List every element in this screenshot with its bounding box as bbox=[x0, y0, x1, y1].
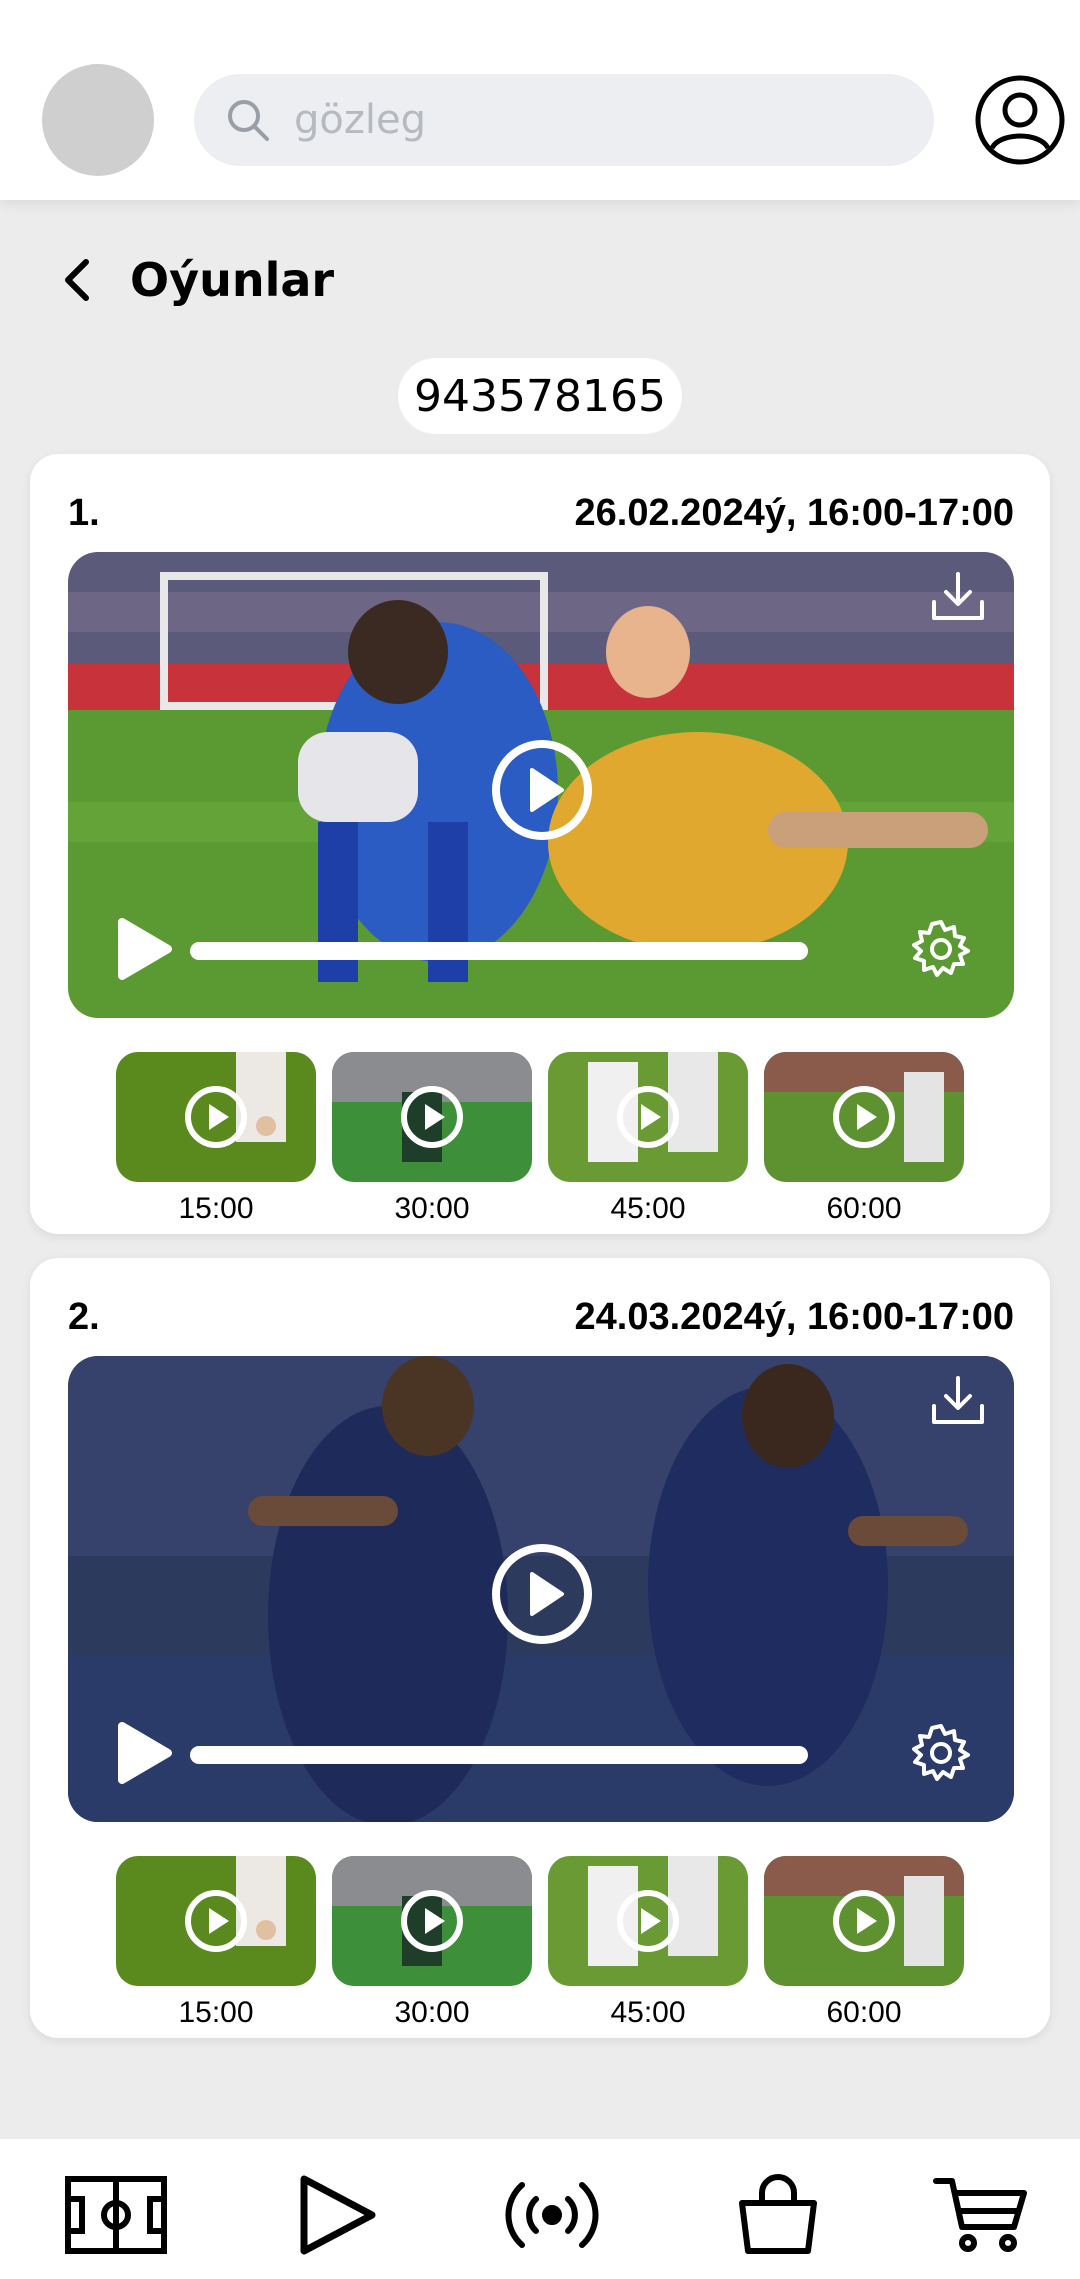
chevron-left-icon[interactable] bbox=[56, 252, 100, 308]
settings-icon[interactable] bbox=[910, 918, 972, 980]
search-input[interactable] bbox=[294, 90, 894, 150]
clip-time: 15:00 bbox=[178, 1192, 254, 1225]
page-header: Oýunlar bbox=[56, 240, 334, 320]
clip-time: 15:00 bbox=[178, 1996, 254, 2029]
video-player[interactable] bbox=[68, 552, 1014, 1018]
play-circle-icon bbox=[401, 1086, 463, 1148]
id-badge: 943578165 bbox=[398, 358, 682, 434]
clip-thumbnail[interactable]: 30:00 bbox=[332, 1856, 532, 2029]
search-bar[interactable] bbox=[194, 74, 934, 166]
page-title: Oýunlar bbox=[130, 253, 335, 307]
video-player[interactable] bbox=[68, 1356, 1014, 1822]
game-card-1: 1. 26.02.2024ý, 16:00-17:00 15:00 30:00 … bbox=[30, 454, 1050, 1234]
clip-time: 30:00 bbox=[394, 1192, 470, 1225]
game-datetime: 24.03.2024ý, 16:00-17:00 bbox=[574, 1296, 1014, 1338]
clip-time: 60:00 bbox=[826, 1192, 902, 1225]
football-field-icon[interactable] bbox=[64, 2173, 168, 2257]
avatar[interactable] bbox=[42, 64, 154, 176]
play-icon[interactable] bbox=[282, 2173, 386, 2257]
shopping-cart-icon[interactable] bbox=[930, 2173, 1034, 2257]
broadcast-icon[interactable] bbox=[500, 2173, 604, 2257]
play-circle-icon[interactable] bbox=[490, 738, 594, 842]
clip-thumbnails: 15:00 30:00 45:00 60:00 bbox=[116, 1052, 982, 1225]
download-icon[interactable] bbox=[928, 570, 988, 624]
search-icon bbox=[228, 100, 269, 141]
user-circle-icon[interactable] bbox=[974, 74, 1066, 166]
settings-icon[interactable] bbox=[910, 1722, 972, 1784]
clip-thumbnail[interactable]: 45:00 bbox=[548, 1052, 748, 1225]
play-circle-icon bbox=[617, 1890, 679, 1952]
shopping-bag-icon[interactable] bbox=[726, 2173, 830, 2257]
game-datetime: 26.02.2024ý, 16:00-17:00 bbox=[574, 492, 1014, 534]
clip-time: 30:00 bbox=[394, 1996, 470, 2029]
clip-thumbnails: 15:00 30:00 45:00 60:00 bbox=[116, 1856, 982, 2029]
clip-thumbnail[interactable]: 15:00 bbox=[116, 1856, 316, 2029]
clip-thumbnail[interactable]: 60:00 bbox=[764, 1856, 964, 2029]
clip-thumbnail[interactable]: 45:00 bbox=[548, 1856, 748, 2029]
clip-thumbnail[interactable]: 30:00 bbox=[332, 1052, 532, 1225]
play-circle-icon bbox=[401, 1890, 463, 1952]
download-icon[interactable] bbox=[928, 1374, 988, 1428]
play-circle-icon bbox=[833, 1086, 895, 1148]
play-icon[interactable] bbox=[116, 1720, 174, 1786]
clip-thumbnail[interactable]: 15:00 bbox=[116, 1052, 316, 1225]
top-bar bbox=[0, 0, 1080, 200]
play-circle-icon bbox=[617, 1086, 679, 1148]
progress-bar[interactable] bbox=[190, 1746, 808, 1764]
play-circle-icon bbox=[833, 1890, 895, 1952]
play-icon[interactable] bbox=[116, 916, 174, 982]
clip-time: 60:00 bbox=[826, 1996, 902, 2029]
bottom-navigation bbox=[0, 2139, 1080, 2279]
game-index: 2. bbox=[68, 1296, 100, 1338]
game-card-2: 2. 24.03.2024ý, 16:00-17:00 15:00 30:00 … bbox=[30, 1258, 1050, 2038]
play-circle-icon bbox=[185, 1086, 247, 1148]
play-circle-icon bbox=[185, 1890, 247, 1952]
progress-bar[interactable] bbox=[190, 942, 808, 960]
clip-time: 45:00 bbox=[610, 1192, 686, 1225]
game-index: 1. bbox=[68, 492, 100, 534]
clip-time: 45:00 bbox=[610, 1996, 686, 2029]
play-circle-icon[interactable] bbox=[490, 1542, 594, 1646]
clip-thumbnail[interactable]: 60:00 bbox=[764, 1052, 964, 1225]
